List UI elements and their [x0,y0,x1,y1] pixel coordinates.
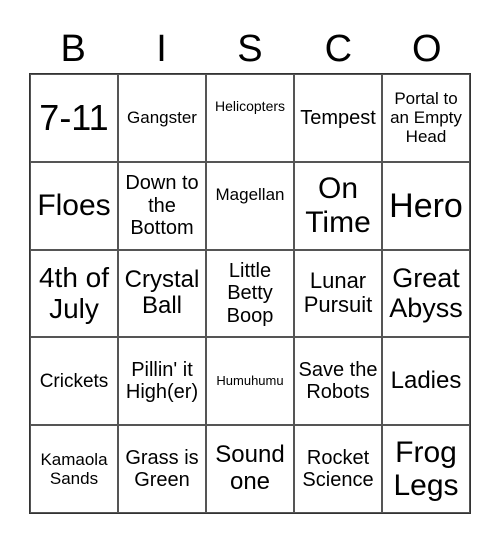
bingo-cell-text: Crickets [39,370,109,392]
bingo-cell[interactable]: Magellan [206,161,294,250]
bingo-cell-text: Down to the Bottom [125,172,199,239]
header-letter: O [411,28,442,70]
bingo-cell-text: Crystal Ball [124,265,200,320]
bingo-cell[interactable]: Portal to an Empty Head [382,74,470,162]
bingo-cell[interactable]: Lunar Pursuit [294,249,382,338]
bingo-cell[interactable]: Save the Robots [294,337,382,426]
bingo-cell[interactable]: 4th of July [30,249,118,338]
bingo-cell[interactable]: Crickets [30,337,118,426]
bingo-cell-text: Kamaola Sands [40,450,108,489]
bingo-cell[interactable]: Crystal Ball [118,249,206,338]
bingo-cell-text: 7-11 [39,96,109,138]
bingo-cell-text: Helicopters [214,98,286,114]
bingo-cell[interactable]: Little Betty Boop [206,249,294,338]
bingo-cell[interactable]: Floes [30,161,118,250]
bingo-cell[interactable]: Kamaola Sands [30,425,118,513]
header-letter: S [237,28,263,70]
bingo-cell-text: Pillin' it High(er) [125,358,199,404]
bingo-cell-text: Grass is Green [125,446,199,492]
bingo-cell-text: Little Betty Boop [226,259,274,327]
bingo-cell-text: Tempest [300,106,376,129]
bingo-cell[interactable]: Gangster [118,74,206,162]
bingo-cell[interactable]: Frog Legs [382,425,470,513]
bingo-grid: 7-11 Gangster Helicopters Tempest Portal to … [29,73,471,514]
bingo-cell[interactable]: On Time [294,161,382,250]
bingo-cell-text: 4th of July [38,262,110,325]
bingo-cell[interactable]: Sound one [206,425,294,513]
bingo-cell[interactable]: Grass is Green [118,425,206,513]
bingo-cell[interactable]: Hero [382,161,470,250]
bingo-cell-text: Frog Legs [393,435,459,503]
bingo-cell-text: Floes [37,188,111,222]
bingo-cell-text: Hero [389,186,463,225]
bingo-cell[interactable]: Down to the Bottom [118,161,206,250]
bingo-header: BISCO [29,26,471,72]
bingo-cell[interactable]: Ladies [382,337,470,426]
bingo-cell-text: Lunar Pursuit [303,267,373,318]
header-letter: I [156,28,167,70]
bingo-cell[interactable]: Humuhumu [206,337,294,426]
header-letter: C [324,28,353,70]
bingo-cell[interactable]: Great Abyss [382,249,470,338]
bingo-cell-text: Magellan [215,184,285,204]
bingo-cell[interactable]: 7-11 [30,74,118,162]
bingo-cell[interactable]: Pillin' it High(er) [118,337,206,426]
bingo-cell[interactable]: Tempest [294,74,382,162]
header-letter: B [60,28,86,70]
bingo-cell[interactable]: Rocket Science [294,425,382,513]
bingo-cell-text: Rocket Science [302,446,374,492]
bingo-cell[interactable]: Helicopters [206,74,294,162]
bingo-cell-text: On Time [305,172,371,239]
bingo-cell-text: Gangster [127,108,197,128]
bingo-cell-text: Humuhumu [216,373,284,389]
bingo-cell-text: Portal to an Empty Head [390,89,462,147]
bingo-cell-text: Ladies [390,366,462,394]
bingo-cell-text: Sound one [215,441,285,496]
bingo-cell-text: Save the Robots [298,358,378,404]
bingo-cell-text: Great Abyss [389,263,463,324]
